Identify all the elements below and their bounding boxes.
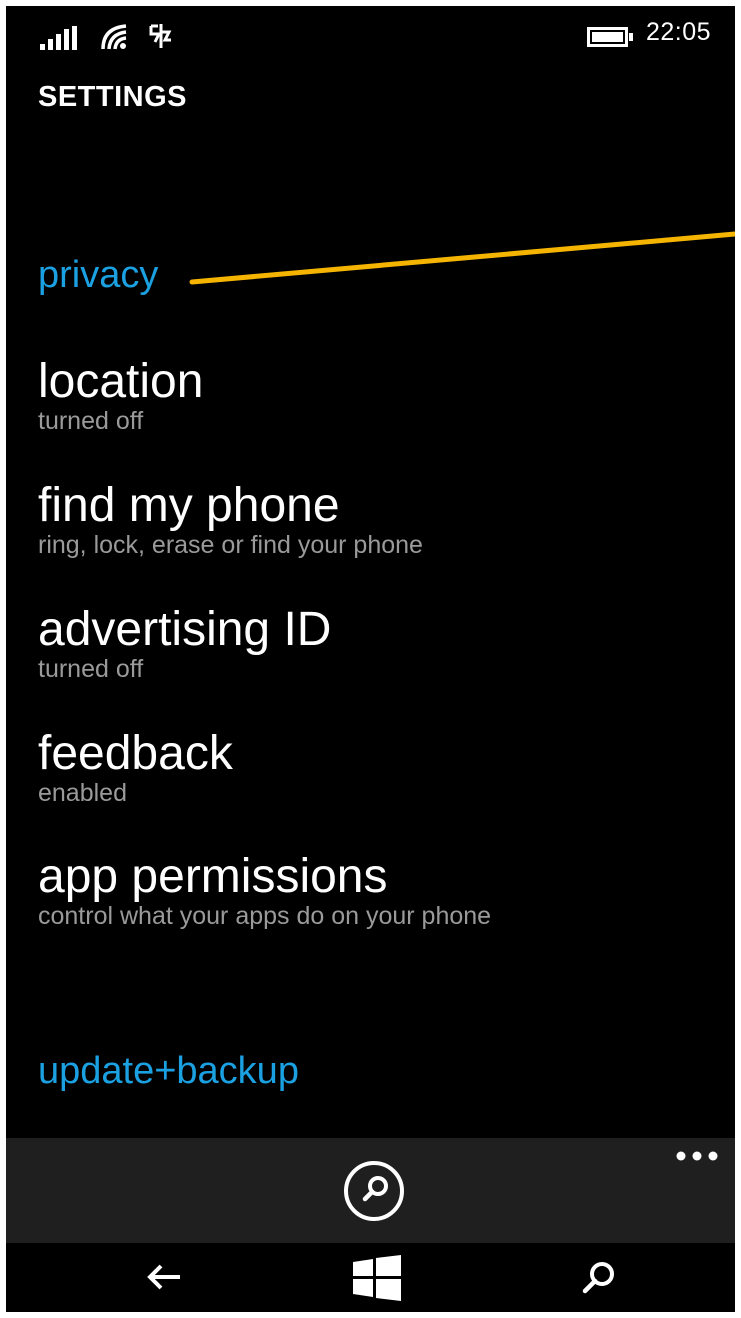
- item-subtitle: ring, lock, erase or find your phone: [38, 531, 423, 559]
- search-icon[interactable]: [578, 1257, 618, 1297]
- app-bar: [6, 1138, 735, 1243]
- settings-item-feedback[interactable]: feedback enabled: [38, 726, 233, 808]
- search-icon: [362, 1176, 388, 1202]
- section-header-update-backup[interactable]: update+backup: [38, 1050, 299, 1093]
- page-title: SETTINGS: [38, 81, 188, 113]
- battery-icon: [587, 27, 633, 47]
- item-subtitle: control what your apps do on your phone: [38, 902, 492, 930]
- phone-screen: 22:05 SETTINGS privacy location turned o…: [6, 6, 735, 1312]
- item-title: find my phone: [38, 479, 340, 532]
- status-bar: 22:05: [6, 6, 735, 66]
- item-subtitle: enabled: [38, 779, 127, 807]
- item-subtitle: turned off: [38, 407, 144, 435]
- settings-item-location[interactable]: location turned off: [38, 354, 203, 436]
- settings-item-app-permissions[interactable]: app permissions control what your apps d…: [38, 849, 491, 931]
- section-header-privacy[interactable]: privacy: [38, 254, 158, 297]
- back-arrow-icon[interactable]: [144, 1257, 184, 1297]
- navigation-bar: [6, 1243, 735, 1312]
- appbar-search-button[interactable]: [344, 1161, 404, 1221]
- signal-strength-icon: [40, 26, 77, 50]
- item-title: advertising ID: [38, 603, 332, 656]
- more-ellipsis-icon[interactable]: [674, 1146, 720, 1166]
- settings-item-advertising-id[interactable]: advertising ID turned off: [38, 602, 331, 684]
- item-subtitle: turned off: [38, 655, 144, 683]
- item-title: app permissions: [38, 850, 388, 903]
- wifi-icon: [101, 24, 127, 50]
- item-title: location: [38, 355, 204, 408]
- windows-logo-icon[interactable]: [353, 1255, 401, 1301]
- clock-time: 22:05: [646, 18, 712, 46]
- settings-item-find-my-phone[interactable]: find my phone ring, lock, erase or find …: [38, 478, 423, 560]
- item-title: feedback: [38, 727, 233, 780]
- data-sense-icon: [149, 24, 172, 48]
